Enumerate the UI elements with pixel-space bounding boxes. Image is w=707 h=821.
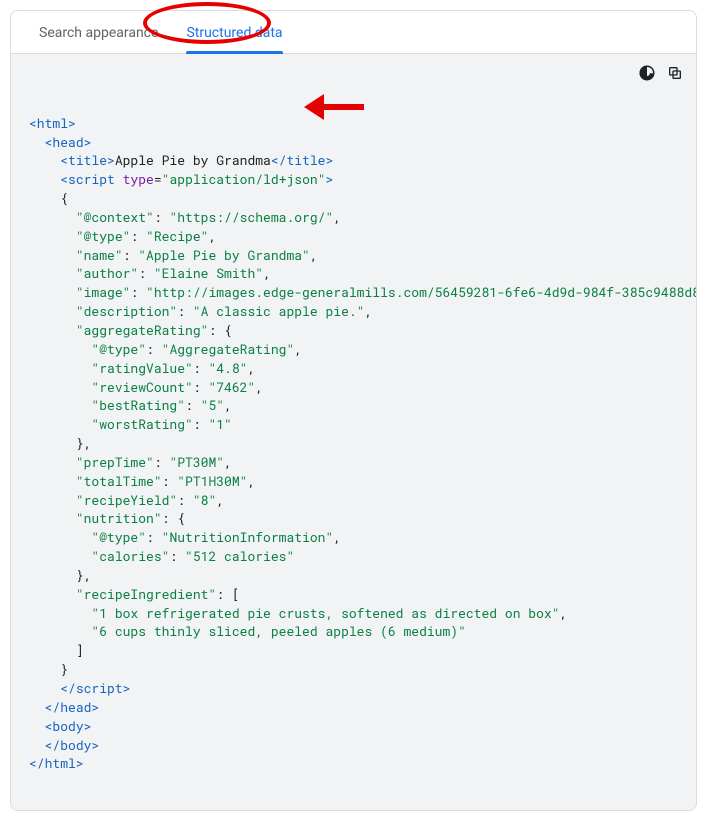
code-block: <html> <head> <title>Apple Pie by Grandm… [11,54,696,810]
tab-bar: Search appearance Structured data [11,11,696,54]
copy-icon[interactable] [664,62,686,84]
code-content: <html> <head> <title>Apple Pie by Grandm… [29,114,696,773]
theme-toggle-icon[interactable] [636,62,658,84]
tab-search-appearance[interactable]: Search appearance [25,11,172,53]
tab-structured-data[interactable]: Structured data [172,11,296,53]
code-actions [636,62,686,84]
panel: Search appearance Structured data <html>… [10,10,697,811]
